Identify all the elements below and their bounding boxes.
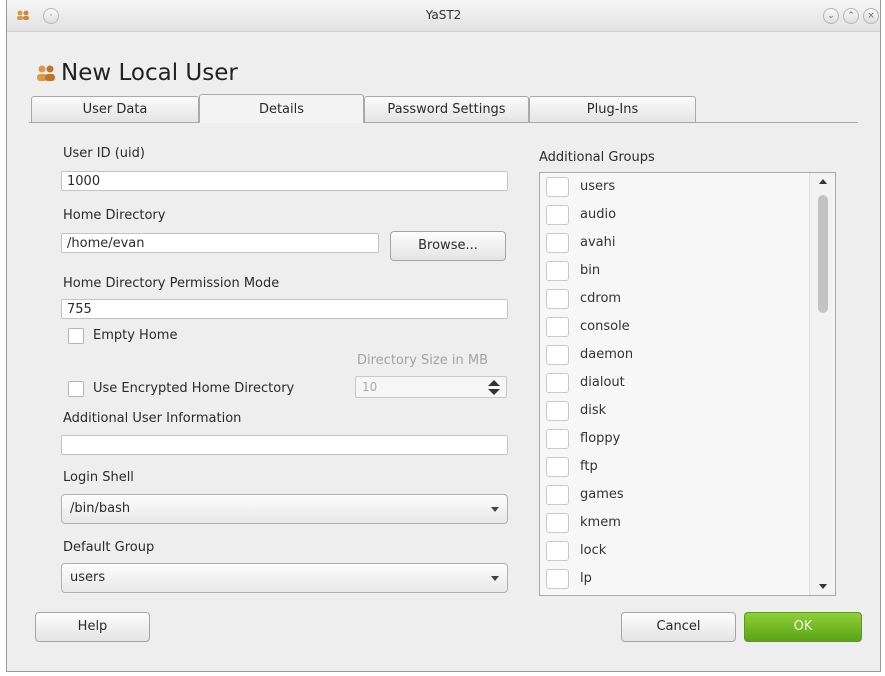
close-icon[interactable]: × [863,8,879,24]
uid-field[interactable] [61,171,508,191]
default-group-label: Default Group [63,540,155,555]
list-item[interactable]: bin [540,259,808,287]
login-shell-label: Login Shell [63,470,134,485]
group-name: kmem [580,515,621,530]
group-name: ftp [580,459,598,474]
uid-label: User ID (uid) [63,146,145,161]
help-button[interactable]: Help [35,612,150,642]
list-item[interactable]: cdrom [540,287,808,315]
group-checkbox[interactable] [546,261,569,281]
group-name: cdrom [580,291,622,306]
minimize-icon[interactable]: ⌄ [823,8,839,24]
list-item[interactable]: lock [540,539,808,567]
tab-plug-ins[interactable]: Plug-Ins [529,96,696,122]
group-checkbox[interactable] [546,485,569,505]
tab-password-settings[interactable]: Password Settings [364,96,529,122]
additional-info-label: Additional User Information [63,411,242,426]
group-name: disk [580,403,607,418]
group-checkbox[interactable] [546,373,569,393]
group-checkbox[interactable] [546,429,569,449]
login-shell-select[interactable]: /bin/bash [61,494,508,524]
page-title: New Local User [61,60,238,86]
list-item[interactable]: lp [540,567,808,595]
scroll-up-icon[interactable] [819,179,827,184]
window-title: YaST2 [425,8,462,22]
list-item[interactable]: avahi [540,231,808,259]
list-item[interactable]: users [540,175,808,203]
group-name: lock [580,543,607,558]
list-item[interactable]: ftp [540,455,808,483]
groups-scrollbar[interactable] [809,173,835,595]
group-checkbox[interactable] [546,233,569,253]
default-group-select[interactable]: users [61,563,508,593]
group-name: avahi [580,235,616,250]
additional-info-field[interactable] [61,435,508,455]
yast-window: · YaST2 ⌄ ⌃ × New Local User User Data D… [6,0,881,672]
additional-groups-list[interactable]: users audio avahi bin cdrom console daem… [539,172,836,596]
group-name: floppy [580,431,621,446]
group-checkbox[interactable] [546,345,569,365]
list-item[interactable]: audio [540,203,808,231]
encrypted-home-label: Use Encrypted Home Directory [93,381,295,396]
list-item[interactable]: daemon [540,343,808,371]
maximize-icon[interactable]: ⌃ [843,8,859,24]
group-checkbox[interactable] [546,205,569,225]
group-checkbox[interactable] [546,401,569,421]
group-checkbox[interactable] [546,457,569,477]
login-shell-value: /bin/bash [70,501,131,516]
tab-user-data[interactable]: User Data [31,96,199,122]
group-checkbox[interactable] [546,317,569,337]
chevron-down-icon [491,576,499,581]
group-name: console [580,319,630,334]
spin-down-icon[interactable] [488,389,500,395]
default-group-value: users [70,570,106,585]
group-checkbox[interactable] [546,289,569,309]
list-item[interactable]: disk [540,399,808,427]
group-name: bin [580,263,601,278]
chevron-down-icon [491,507,499,512]
title-bar: · YaST2 ⌄ ⌃ × [7,0,880,32]
users-icon [37,65,55,81]
group-name: dialout [580,375,625,390]
scroll-down-icon[interactable] [819,584,827,589]
group-checkbox[interactable] [546,177,569,197]
encrypted-home-checkbox[interactable] [68,381,84,397]
browse-button[interactable]: Browse... [390,231,506,261]
directory-size-value: 10 [362,380,378,394]
tab-details[interactable]: Details [199,94,364,123]
group-checkbox[interactable] [546,569,569,589]
empty-home-label: Empty Home [93,328,178,343]
spin-up-icon[interactable] [488,380,500,386]
group-checkbox[interactable] [546,541,569,561]
group-name: users [580,179,616,194]
list-item[interactable]: console [540,315,808,343]
permission-mode-field[interactable] [61,299,508,319]
list-item[interactable]: kmem [540,511,808,539]
directory-size-label: Directory Size in MB [357,353,488,368]
list-item[interactable]: games [540,483,808,511]
ok-button[interactable]: OK [744,612,862,642]
scroll-thumb[interactable] [818,195,828,313]
group-checkbox[interactable] [546,513,569,533]
list-item[interactable]: dialout [540,371,808,399]
list-item[interactable]: floppy [540,427,808,455]
group-name: daemon [580,347,634,362]
group-name: lp [580,571,592,586]
empty-home-checkbox[interactable] [68,328,84,344]
additional-groups-label: Additional Groups [539,150,655,165]
permission-mode-label: Home Directory Permission Mode [63,276,280,291]
home-directory-label: Home Directory [63,208,166,223]
group-name: audio [580,207,617,222]
directory-size-spinbox[interactable]: 10 [355,376,507,398]
home-directory-field[interactable] [61,233,379,253]
cancel-button[interactable]: Cancel [621,612,736,642]
group-name: games [580,487,624,502]
